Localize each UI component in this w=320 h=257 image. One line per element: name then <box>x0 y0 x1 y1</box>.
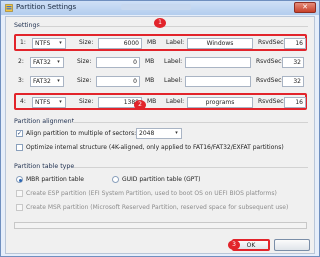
annotation-badge-3: 3 <box>228 240 240 250</box>
alignment-section-label: Partition alignment <box>14 118 75 125</box>
size-input[interactable]: 0 <box>96 57 140 68</box>
gpt-radio[interactable] <box>112 176 119 183</box>
filesystem-select[interactable]: NTFS ▾ <box>32 97 66 108</box>
row-index: 3: <box>18 77 24 84</box>
size-unit: MB <box>147 39 157 46</box>
table-type-section-label: Partition table type <box>14 163 75 170</box>
msr-checkbox-label: Create MSR partition (Microsoft Reserved… <box>26 204 289 211</box>
gpt-radio-label: GUID partition table (GPT) <box>122 176 201 183</box>
size-input[interactable]: 6000 <box>98 38 142 49</box>
dialog-body: Settings 1 1: NTFS ▾ Size: 6000 MB Label… <box>5 16 315 254</box>
partition-row-4: 4: NTFS ▾ Size: 1388 MB Label: programs … <box>14 93 307 110</box>
cancel-button[interactable] <box>274 239 310 251</box>
filesystem-value: NTFS <box>35 40 51 47</box>
alignment-divider <box>72 122 308 123</box>
label-input[interactable] <box>185 57 251 68</box>
filesystem-select[interactable]: NTFS ▾ <box>32 38 66 49</box>
mbr-radio-label: MBR partition table <box>26 176 84 183</box>
size-input[interactable]: 0 <box>96 76 140 87</box>
size-label: Size: <box>77 77 92 84</box>
close-button[interactable]: ✕ <box>294 2 316 13</box>
label-caption: Label: <box>166 39 185 46</box>
table-type-divider <box>74 167 308 168</box>
size-unit: MB <box>145 58 155 65</box>
alignment-value: 2048 <box>139 130 155 137</box>
row-index: 2: <box>18 58 24 65</box>
rsvd-input[interactable]: 16 <box>284 38 306 49</box>
optimize-checkbox[interactable] <box>16 144 23 151</box>
close-icon: ✕ <box>302 3 308 11</box>
label-caption: Label: <box>164 58 183 65</box>
horizontal-scrollbar[interactable] <box>14 222 307 229</box>
size-unit: MB <box>145 77 155 84</box>
rsvd-input[interactable]: 32 <box>282 76 304 87</box>
filesystem-select[interactable]: FAT32 ▾ <box>30 76 64 87</box>
partition-row-2: 2: FAT32 ▾ Size: 0 MB Label: RsvdSecs: 3… <box>14 55 307 72</box>
checkmark-icon: ✓ <box>17 130 23 137</box>
filesystem-value: FAT32 <box>33 59 51 66</box>
label-input[interactable] <box>185 76 251 87</box>
esp-checkbox[interactable] <box>16 190 23 197</box>
title-bar[interactable]: Partition Settings ✕ <box>1 1 319 15</box>
filesystem-value: NTFS <box>35 99 51 106</box>
label-caption: Label: <box>166 98 185 105</box>
radio-selected-dot <box>18 178 22 182</box>
label-caption: Label: <box>164 77 183 84</box>
size-label: Size: <box>77 58 92 65</box>
chevron-down-icon: ▾ <box>175 130 178 136</box>
partition-app-icon <box>5 4 13 12</box>
align-checkbox-label: Align partition to multiple of sectors: <box>26 130 137 137</box>
esp-checkbox-label: Create ESP partition (EFI System Partiti… <box>26 190 277 197</box>
size-label: Size: <box>79 39 94 46</box>
partition-row-3: 3: FAT32 ▾ Size: 0 MB Label: RsvdSecs: 3… <box>14 74 307 91</box>
label-input[interactable]: Windows <box>187 38 253 49</box>
settings-divider <box>38 26 308 27</box>
rsvd-input[interactable]: 16 <box>284 97 306 108</box>
chevron-down-icon: ▾ <box>57 59 60 65</box>
annotation-badge-2: 2 <box>134 100 146 110</box>
filesystem-select[interactable]: FAT32 ▾ <box>30 57 64 68</box>
chevron-down-icon: ▾ <box>59 40 62 46</box>
label-input[interactable]: programs <box>187 97 253 108</box>
row-index: 4: <box>20 98 26 105</box>
partition-settings-dialog: Partition Settings ✕ Settings 1 1: NTFS … <box>0 0 320 257</box>
rsvd-input[interactable]: 32 <box>282 57 304 68</box>
partition-row-1: 1: NTFS ▾ Size: 6000 MB Label: Windows R… <box>14 34 307 51</box>
chevron-down-icon: ▾ <box>59 99 62 105</box>
annotation-badge-1: 1 <box>154 18 166 28</box>
settings-section-label: Settings <box>14 22 40 29</box>
align-checkbox[interactable]: ✓ <box>16 130 23 137</box>
mbr-radio[interactable] <box>16 176 23 183</box>
msr-checkbox[interactable] <box>16 204 23 211</box>
row-index: 1: <box>20 39 26 46</box>
size-label: Size: <box>79 98 94 105</box>
size-unit: MB <box>147 98 157 105</box>
optimize-checkbox-label: Optimize internal structure (4K-aligned,… <box>26 144 284 151</box>
alignment-select[interactable]: 2048 ▾ <box>136 128 182 139</box>
chevron-down-icon: ▾ <box>57 78 60 84</box>
window-title: Partition Settings <box>16 3 77 11</box>
filesystem-value: FAT32 <box>33 78 51 85</box>
ok-button-label: OK <box>246 242 256 249</box>
title-blurred-area <box>121 4 191 10</box>
